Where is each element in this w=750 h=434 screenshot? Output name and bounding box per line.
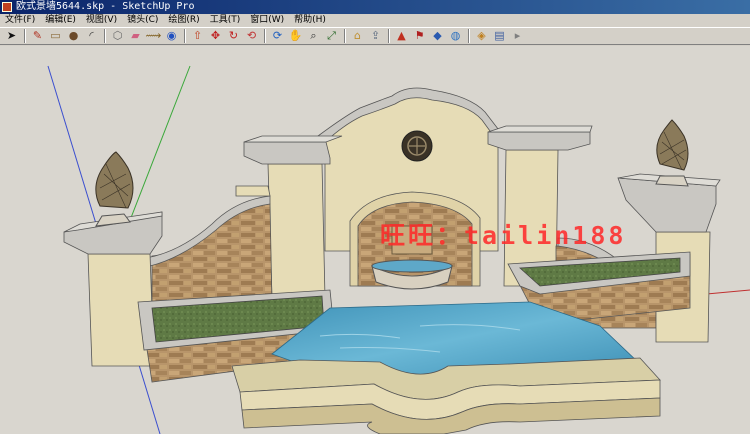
- left-tall-pillar: [267, 163, 326, 299]
- rectangle-tool-icon[interactable]: ▭: [47, 28, 64, 44]
- ruby-icon[interactable]: ◆: [429, 28, 446, 44]
- pencil-tool-icon[interactable]: ✎: [29, 28, 46, 44]
- toolbar-separator: [24, 29, 26, 43]
- toolbar-separator: [388, 29, 390, 43]
- orbit-tool-icon[interactable]: ⟳: [269, 28, 286, 44]
- component-icon[interactable]: ▲: [393, 28, 410, 44]
- zoom-extents-icon[interactable]: ⤢: [323, 28, 340, 44]
- main-toolbar: ➤ ✎ ▭ ● ◜ ⬡ ▰ ⟿ ◉ ⇧ ✥ ↻ ⟲ ⟳ ✋ ⌕ ⤢ ⌂ ⇪ ▲ …: [0, 27, 750, 45]
- window-title: 欧式景墙5644.skp - SketchUp Pro: [16, 1, 195, 12]
- extension-icon[interactable]: ⚑: [411, 28, 428, 44]
- menu-bar: 文件(F) 编辑(E) 视图(V) 镜头(C) 绘图(R) 工具(T) 窗口(W…: [0, 14, 750, 27]
- scene-drawing: [47, 65, 750, 434]
- modeling-viewport[interactable]: 旺旺：tailin188: [0, 46, 750, 434]
- push-pull-icon[interactable]: ⇧: [189, 28, 206, 44]
- select-tool-icon[interactable]: ➤: [3, 28, 20, 44]
- right-finial: [655, 175, 689, 187]
- menu-window[interactable]: 窗口(W): [245, 14, 289, 27]
- menu-camera[interactable]: 镜头(C): [122, 14, 163, 27]
- eraser-tool-icon[interactable]: ▰: [127, 28, 144, 44]
- send-icon[interactable]: ▸: [509, 28, 526, 44]
- sketchup-app-icon: [2, 2, 12, 12]
- menu-help[interactable]: 帮助(H): [289, 14, 331, 27]
- circle-tool-icon[interactable]: ●: [65, 28, 82, 44]
- rotate-tool-icon[interactable]: ↻: [225, 28, 242, 44]
- toolbar-separator: [104, 29, 106, 43]
- share-model-icon[interactable]: ⇪: [367, 28, 384, 44]
- arc-tool-icon[interactable]: ◜: [83, 28, 100, 44]
- make-component-icon[interactable]: ⬡: [109, 28, 126, 44]
- menu-tools[interactable]: 工具(T): [205, 14, 246, 27]
- move-tool-icon[interactable]: ✥: [207, 28, 224, 44]
- styles-icon[interactable]: ◈: [473, 28, 490, 44]
- pan-tool-icon[interactable]: ✋: [287, 28, 304, 44]
- warehouse-icon[interactable]: ⌂: [349, 28, 366, 44]
- menu-view[interactable]: 视图(V): [81, 14, 122, 27]
- earth-icon[interactable]: ◍: [447, 28, 464, 44]
- offset-tool-icon[interactable]: ⟲: [243, 28, 260, 44]
- paint-bucket-icon[interactable]: ◉: [163, 28, 180, 44]
- toolbar-separator: [184, 29, 186, 43]
- zoom-tool-icon[interactable]: ⌕: [305, 28, 322, 44]
- toolbar-separator: [344, 29, 346, 43]
- layout-icon[interactable]: ▤: [491, 28, 508, 44]
- menu-draw[interactable]: 绘图(R): [163, 14, 204, 27]
- toolbar-separator: [264, 29, 266, 43]
- toolbar-separator: [468, 29, 470, 43]
- title-bar: 欧式景墙5644.skp - SketchUp Pro: [0, 0, 750, 14]
- menu-file[interactable]: 文件(F): [0, 14, 40, 27]
- tape-measure-icon[interactable]: ⟿: [145, 28, 162, 44]
- watermark-text: 旺旺：tailin188: [380, 221, 627, 250]
- menu-edit[interactable]: 编辑(E): [40, 14, 81, 27]
